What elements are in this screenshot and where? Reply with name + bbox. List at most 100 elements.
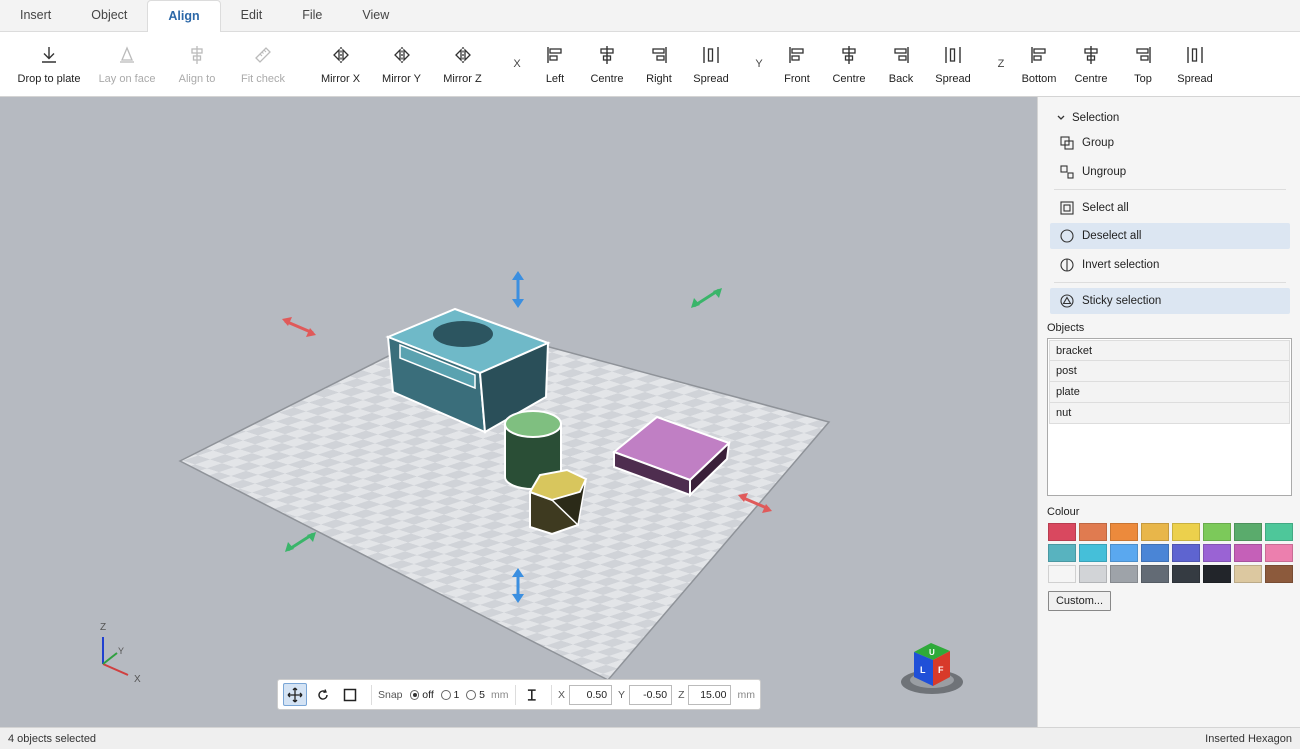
align-bottom-button[interactable]: Bottom xyxy=(1013,32,1065,96)
ungroup-button[interactable]: Ungroup xyxy=(1050,159,1290,185)
colour-swatch[interactable] xyxy=(1141,565,1169,583)
spread-x-button[interactable]: Spread xyxy=(685,32,737,96)
toolbar-separator xyxy=(551,684,553,705)
z-coord-input[interactable] xyxy=(688,684,732,705)
x-coord-input[interactable] xyxy=(569,684,613,705)
tab-object[interactable]: Object xyxy=(71,0,147,31)
ribbon-toolbar: Drop to plate Lay on face Align to Fit c… xyxy=(0,31,1300,97)
select-all-icon xyxy=(1060,201,1074,215)
select-all-button[interactable]: Select all xyxy=(1050,195,1290,221)
spread-z-button[interactable]: Spread xyxy=(1169,32,1221,96)
invert-selection-button[interactable]: Invert selection xyxy=(1050,252,1290,278)
move-gizmo-red-arrow-left[interactable] xyxy=(282,317,316,337)
snap-off-radio[interactable] xyxy=(409,689,420,700)
move-gizmo-green-arrow-bottom[interactable] xyxy=(285,532,316,552)
drop-to-plate-button[interactable]: Drop to plate xyxy=(6,32,92,96)
colour-swatch[interactable] xyxy=(1234,565,1262,583)
selection-section-header[interactable]: Selection xyxy=(1056,112,1119,124)
align-back-icon xyxy=(894,47,909,63)
3d-viewport[interactable]: Z Y X U L F Snap off 1 5 mm X 0.50 Y -0.… xyxy=(0,97,1037,727)
move-icon xyxy=(287,687,303,702)
group-button[interactable]: Group xyxy=(1050,130,1290,156)
sticky-icon xyxy=(1060,294,1074,308)
colour-swatch[interactable] xyxy=(1048,544,1076,562)
colour-swatch[interactable] xyxy=(1110,523,1138,541)
align-front-button[interactable]: Front xyxy=(771,32,823,96)
colour-swatch[interactable] xyxy=(1172,544,1200,562)
x-coord-label: X xyxy=(558,688,566,701)
lay-on-face-button[interactable]: Lay on face xyxy=(92,32,162,96)
colour-swatch[interactable] xyxy=(1079,565,1107,583)
colour-palette xyxy=(1048,523,1293,583)
sticky-selection-button[interactable]: Sticky selection xyxy=(1050,288,1290,314)
colour-swatch[interactable] xyxy=(1048,565,1076,583)
colour-swatch[interactable] xyxy=(1265,523,1293,541)
fit-check-button[interactable]: Fit check xyxy=(232,32,294,96)
tab-view[interactable]: View xyxy=(342,0,409,31)
align-right-button[interactable]: Right xyxy=(633,32,685,96)
align-centre-icon xyxy=(191,46,203,64)
y-coord-input[interactable] xyxy=(629,684,673,705)
colour-swatch[interactable] xyxy=(1048,523,1076,541)
colour-swatch[interactable] xyxy=(1203,523,1231,541)
mirror-y-icon xyxy=(393,47,410,63)
nut-object[interactable] xyxy=(528,468,588,536)
object-item-plate[interactable]: plate xyxy=(1049,382,1290,403)
colour-swatch[interactable] xyxy=(1141,523,1169,541)
colour-swatch[interactable] xyxy=(1172,565,1200,583)
deselect-all-label: Deselect all xyxy=(1082,230,1142,242)
mirror-x-button[interactable]: Mirror X xyxy=(310,32,371,96)
colour-swatch[interactable] xyxy=(1265,565,1293,583)
deselect-all-button[interactable]: Deselect all xyxy=(1050,223,1290,249)
colour-swatch[interactable] xyxy=(1265,544,1293,562)
colour-swatch[interactable] xyxy=(1234,544,1262,562)
object-item-nut[interactable]: nut xyxy=(1049,403,1290,424)
align-top-label: Top xyxy=(1134,73,1152,85)
colour-swatch[interactable] xyxy=(1110,544,1138,562)
tab-file[interactable]: File xyxy=(282,0,342,31)
snap-5-radio[interactable] xyxy=(466,689,477,700)
snap-1-radio[interactable] xyxy=(440,689,451,700)
tab-insert[interactable]: Insert xyxy=(0,0,71,31)
align-back-button[interactable]: Back xyxy=(875,32,927,96)
snap-unit-label: mm xyxy=(491,688,509,701)
spread-y-button[interactable]: Spread xyxy=(927,32,979,96)
z-unit-label: mm xyxy=(737,688,755,701)
move-gizmo-up-arrow[interactable] xyxy=(512,271,524,308)
square-icon xyxy=(343,688,357,701)
colour-swatch[interactable] xyxy=(1110,565,1138,583)
colour-swatch[interactable] xyxy=(1203,565,1231,583)
tab-align[interactable]: Align xyxy=(147,0,221,32)
colour-swatch[interactable] xyxy=(1141,544,1169,562)
ungroup-label: Ungroup xyxy=(1082,166,1127,178)
align-z-centre-button[interactable]: Centre xyxy=(1065,32,1117,96)
align-top-button[interactable]: Top xyxy=(1117,32,1169,96)
scale-tool-button[interactable] xyxy=(338,683,362,706)
mirror-y-button[interactable]: Mirror Y xyxy=(371,32,432,96)
colour-swatch[interactable] xyxy=(1203,544,1231,562)
mirror-z-button[interactable]: Mirror Z xyxy=(432,32,493,96)
colour-swatch[interactable] xyxy=(1079,544,1107,562)
align-to-button[interactable]: Align to xyxy=(162,32,232,96)
object-item-bracket[interactable]: bracket xyxy=(1049,340,1290,361)
align-x-centre-button[interactable]: Centre xyxy=(581,32,633,96)
custom-colour-button[interactable]: Custom... xyxy=(1048,591,1111,611)
mirror-x-label: Mirror X xyxy=(320,73,361,85)
move-gizmo-green-arrow-top[interactable] xyxy=(691,288,722,308)
object-item-post[interactable]: post xyxy=(1049,361,1290,382)
colour-swatch[interactable] xyxy=(1172,523,1200,541)
colour-swatch[interactable] xyxy=(1234,523,1262,541)
rotate-tool-button[interactable] xyxy=(310,683,334,706)
align-left-button[interactable]: Left xyxy=(529,32,581,96)
move-tool-button[interactable] xyxy=(283,683,308,706)
colour-swatch[interactable] xyxy=(1079,523,1107,541)
spread-y-label: Spread xyxy=(935,73,971,85)
scene-canvas[interactable]: Z Y X U L F xyxy=(0,97,1037,727)
align-front-label: Front xyxy=(784,73,810,85)
colour-title: Colour xyxy=(1047,506,1080,518)
align-y-centre-button[interactable]: Centre xyxy=(823,32,875,96)
fit-check-label: Fit check xyxy=(240,73,285,85)
distance-icon[interactable] xyxy=(525,688,539,702)
tab-edit[interactable]: Edit xyxy=(221,0,283,31)
align-right-icon xyxy=(652,47,667,63)
